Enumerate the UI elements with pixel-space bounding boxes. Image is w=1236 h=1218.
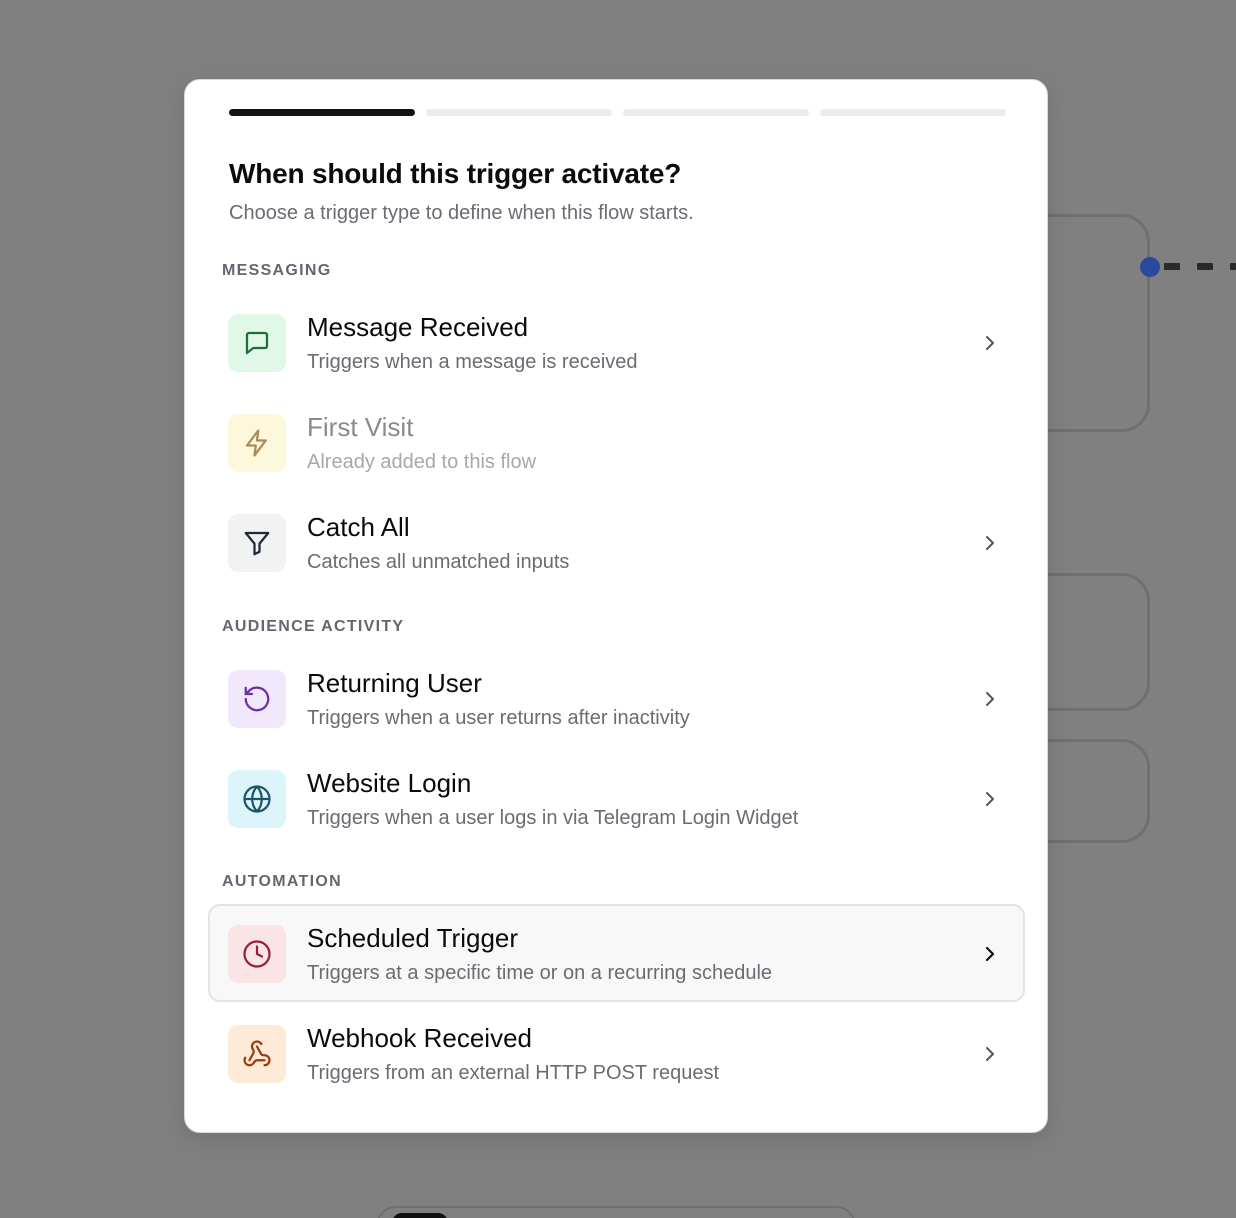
canvas-toolbar-button: [392, 1213, 448, 1218]
trigger-description: Triggers from an external HTTP POST requ…: [307, 1062, 720, 1084]
trigger-name: Website Login: [307, 768, 472, 798]
chevron-right-icon: [985, 946, 995, 962]
trigger-name: Catch All: [307, 512, 410, 542]
trigger-option-message-received[interactable]: Message Received Triggers when a message…: [208, 293, 1025, 391]
dialog-title: When should this trigger activate?: [229, 158, 682, 189]
trigger-option-returning-user[interactable]: Returning User Triggers when a user retu…: [208, 649, 1025, 747]
chevron-right-icon: [986, 692, 994, 706]
message-square-icon: [228, 314, 286, 372]
progress-step-3: [623, 109, 809, 116]
canvas-toolbar: [376, 1206, 856, 1218]
section-label-automation: AUTOMATION: [222, 873, 342, 890]
chevron-right-icon: [986, 536, 994, 550]
trigger-option-website-login[interactable]: Website Login Triggers when a user logs …: [208, 749, 1025, 847]
rotate-ccw-icon: [228, 670, 286, 728]
trigger-type-dialog: When should this trigger activate? Choos…: [184, 79, 1048, 1133]
trigger-description: Catches all unmatched inputs: [307, 551, 570, 573]
trigger-option-first-visit: First Visit Already added to this flow: [208, 393, 1025, 491]
globe-icon: [228, 770, 286, 828]
clock-icon: [228, 925, 286, 983]
trigger-option-catch-all[interactable]: Catch All Catches all unmatched inputs: [208, 493, 1025, 591]
trigger-description: Triggers when a user returns after inact…: [307, 707, 690, 729]
dialog-subtitle: Choose a trigger type to define when thi…: [229, 202, 694, 224]
progress-step-4: [820, 109, 1006, 116]
trigger-name: Webhook Received: [307, 1023, 532, 1053]
section-label-messaging: MESSAGING: [222, 262, 332, 279]
trigger-name: Message Received: [307, 312, 529, 342]
trigger-name: First Visit: [307, 412, 414, 442]
trigger-description: Already added to this flow: [307, 451, 537, 473]
trigger-name: Returning User: [307, 668, 482, 698]
trigger-option-webhook-received[interactable]: Webhook Received Triggers from an extern…: [208, 1004, 1025, 1102]
section-label-audience-activity: AUDIENCE ACTIVITY: [222, 618, 405, 635]
connector-dash: [1197, 263, 1213, 270]
progress-step-2: [426, 109, 612, 116]
progress-step-1: [229, 109, 415, 116]
chevron-right-icon: [986, 336, 994, 350]
lightning-icon: [228, 414, 286, 472]
trigger-description: Triggers when a user logs in via Telegra…: [307, 807, 799, 829]
connector-dash: [1164, 263, 1180, 270]
chevron-right-icon: [986, 792, 994, 806]
trigger-option-scheduled-trigger[interactable]: Scheduled Trigger Triggers at a specific…: [208, 904, 1025, 1002]
chevron-right-icon: [986, 1047, 994, 1061]
trigger-description: Triggers when a message is received: [307, 351, 638, 373]
wizard-progress: [229, 109, 1006, 116]
trigger-name: Scheduled Trigger: [307, 923, 519, 953]
trigger-description: Triggers at a specific time or on a recu…: [307, 962, 773, 984]
funnel-icon: [228, 514, 286, 572]
webhook-icon: [228, 1025, 286, 1083]
node-output-port: [1140, 257, 1160, 277]
connector-dash: [1230, 263, 1236, 270]
